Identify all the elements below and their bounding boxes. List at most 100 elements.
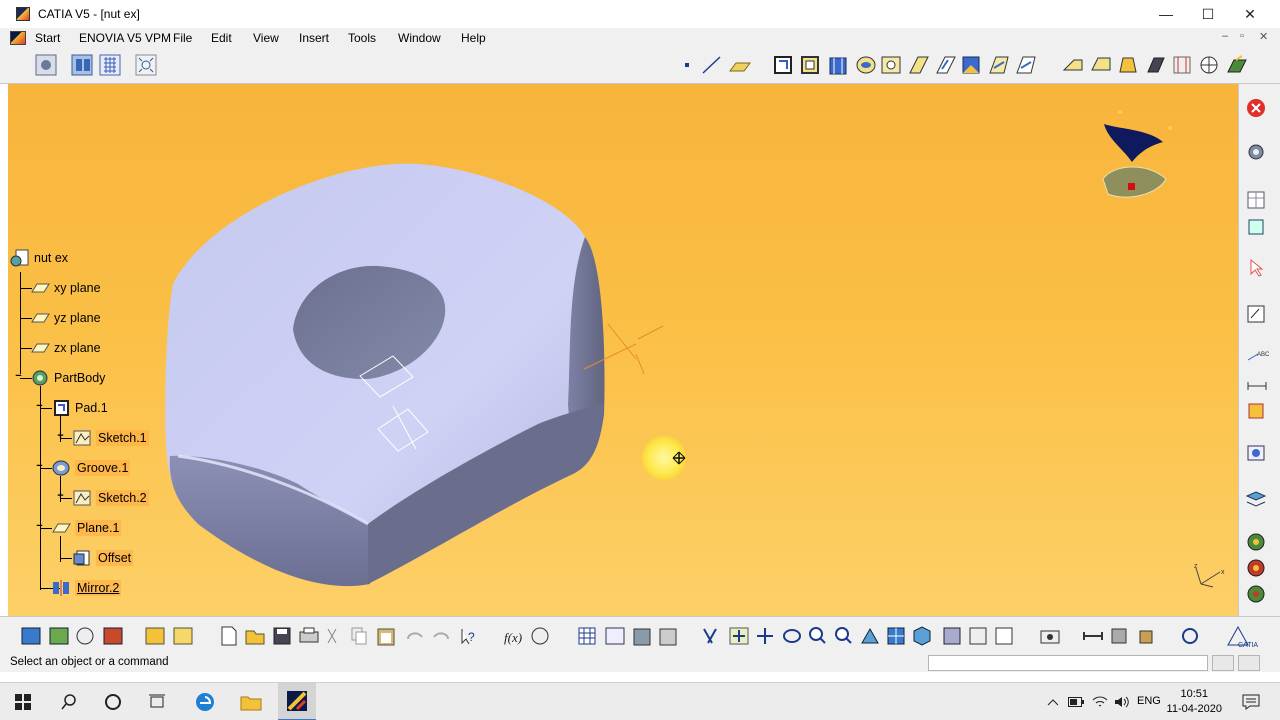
formula-icon[interactable]: f(x)	[504, 630, 522, 645]
view-frame-icon[interactable]	[1247, 191, 1265, 209]
collapse-toggle-icon[interactable]: −	[34, 401, 45, 413]
measure-icon[interactable]	[1247, 559, 1265, 577]
nut-model[interactable]	[165, 163, 664, 587]
menu-start[interactable]: Start	[35, 31, 60, 45]
whats-this-icon[interactable]: ?	[461, 629, 475, 645]
shaft-icon[interactable]	[829, 57, 847, 75]
task-view-icon[interactable]	[142, 683, 172, 720]
windows-start-icon[interactable]	[8, 683, 38, 720]
open-file-icon[interactable]	[245, 630, 265, 645]
draft-icon[interactable]	[1119, 57, 1137, 73]
measure-inertia-icon[interactable]	[1139, 630, 1153, 644]
chevron-up-icon[interactable]	[1044, 683, 1062, 720]
status-button-2[interactable]	[1238, 655, 1260, 671]
pad-icon[interactable]	[774, 56, 792, 74]
shading-icon[interactable]	[943, 627, 961, 645]
line-icon[interactable]	[702, 56, 721, 74]
tree-item-zx-plane[interactable]: zx plane	[30, 337, 101, 359]
collapse-toggle-icon[interactable]: −	[34, 461, 45, 473]
hole-icon[interactable]	[881, 56, 901, 74]
stiffener-icon[interactable]	[962, 56, 980, 74]
tree-item-groove[interactable]: Groove.1	[51, 457, 131, 479]
chamfer-icon[interactable]	[1091, 57, 1111, 71]
groove-icon[interactable]	[856, 56, 876, 74]
3d-viewport[interactable]: z x nut ex xy plane yz plane zx plane − …	[8, 84, 1238, 616]
tree-item-mirror[interactable]: Mirror.2	[51, 577, 122, 599]
tree-item-plane-1[interactable]: Plane.1	[51, 517, 122, 539]
sketch-tool-icon[interactable]	[1247, 305, 1265, 323]
thread-icon[interactable]	[1200, 56, 1218, 74]
select-workbench-icon[interactable]	[35, 54, 57, 76]
table-icon[interactable]	[578, 627, 596, 645]
zoom-in-icon[interactable]	[809, 627, 826, 644]
tree-item-xy-plane[interactable]: xy plane	[30, 277, 101, 299]
tree-item-offset[interactable]: Offset	[72, 547, 134, 569]
workbench-tools-icon[interactable]	[173, 627, 193, 645]
save-icon[interactable]	[273, 627, 291, 645]
update-icon[interactable]	[1182, 628, 1198, 644]
menu-file[interactable]: File	[173, 31, 192, 45]
measure-between-icon[interactable]	[1083, 632, 1103, 640]
gear-icon[interactable]	[1248, 144, 1264, 160]
compass-icon[interactable]	[1102, 110, 1172, 198]
capture-camera-icon[interactable]	[1040, 630, 1060, 644]
abc-text-icon[interactable]: ABC	[1247, 352, 1270, 361]
maximize-button[interactable]: ☐	[1186, 0, 1230, 28]
notification-center-icon[interactable]	[1236, 683, 1266, 720]
multi-view-icon[interactable]	[887, 627, 905, 645]
menu-insert[interactable]: Insert	[299, 31, 329, 45]
menu-window[interactable]: Window	[398, 31, 441, 45]
layers-icon[interactable]	[1245, 491, 1267, 507]
command-input[interactable]	[928, 655, 1208, 671]
menu-edit[interactable]: Edit	[211, 31, 232, 45]
multi-section-solid-icon[interactable]	[989, 56, 1009, 74]
knowledge-advisor-icon[interactable]	[531, 627, 549, 645]
constraint-icon[interactable]	[1248, 403, 1264, 419]
apply-material-icon[interactable]	[1247, 533, 1265, 551]
cortana-icon[interactable]	[98, 683, 128, 720]
thickness-icon[interactable]	[1173, 56, 1191, 74]
edge-browser-icon[interactable]	[190, 683, 220, 720]
mdi-restore-button[interactable]: ▫	[1240, 30, 1244, 42]
tree-item-sketch-2[interactable]: Sketch.2	[72, 487, 149, 509]
remove-face-icon[interactable]	[1227, 55, 1247, 73]
rotate-icon[interactable]	[783, 629, 801, 643]
collapse-toggle-icon[interactable]: −	[13, 371, 24, 383]
battery-icon[interactable]	[1066, 683, 1086, 720]
menu-enovia[interactable]: ENOVIA V5 VPM	[79, 31, 171, 45]
removed-multi-section-icon[interactable]	[1016, 56, 1036, 74]
workbench-catalog-icon[interactable]	[145, 627, 165, 645]
expand-toggle-icon[interactable]: +	[55, 431, 66, 443]
wifi-icon[interactable]	[1090, 683, 1110, 720]
tree-item-pad[interactable]: Pad.1	[51, 397, 108, 419]
minimize-button[interactable]: —	[1144, 0, 1188, 28]
analysis-icon[interactable]	[1247, 445, 1265, 461]
system-clock[interactable]: 10:51 11-04-2020	[1167, 687, 1222, 717]
normal-view-icon[interactable]	[861, 627, 879, 644]
tree-item-sketch-1[interactable]: Sketch.1	[72, 427, 149, 449]
menu-view[interactable]: View	[253, 31, 279, 45]
zoom-out-icon[interactable]	[835, 627, 852, 644]
print-icon[interactable]	[299, 627, 319, 643]
copy-icon[interactable]	[351, 627, 367, 645]
catia-taskbar-button[interactable]	[278, 683, 316, 720]
hide-icon[interactable]	[995, 627, 1013, 645]
exit-workbench-close-icon[interactable]	[1247, 99, 1265, 117]
mdi-minimize-button[interactable]: –	[1222, 30, 1228, 42]
undo-icon[interactable]	[407, 632, 423, 640]
fly-mode-icon[interactable]	[605, 627, 625, 645]
tree-item-partbody[interactable]: PartBody	[30, 367, 105, 389]
new-file-icon[interactable]	[221, 626, 237, 646]
slot-icon[interactable]	[936, 56, 956, 74]
workbench-map-icon[interactable]	[49, 627, 69, 645]
measure-inertia-icon[interactable]	[1247, 585, 1265, 603]
redo-icon[interactable]	[433, 632, 449, 640]
tree-item-root[interactable]: nut ex	[10, 247, 68, 269]
collapse-toggle-icon[interactable]: −	[34, 521, 45, 533]
volume-icon[interactable]	[1112, 683, 1132, 720]
snap-icon[interactable]	[135, 54, 157, 76]
iso-view-icon[interactable]	[913, 626, 931, 646]
hide-show-icon[interactable]	[633, 628, 651, 646]
close-button[interactable]: ✕	[1228, 0, 1272, 28]
dimension-icon[interactable]	[1247, 382, 1267, 390]
